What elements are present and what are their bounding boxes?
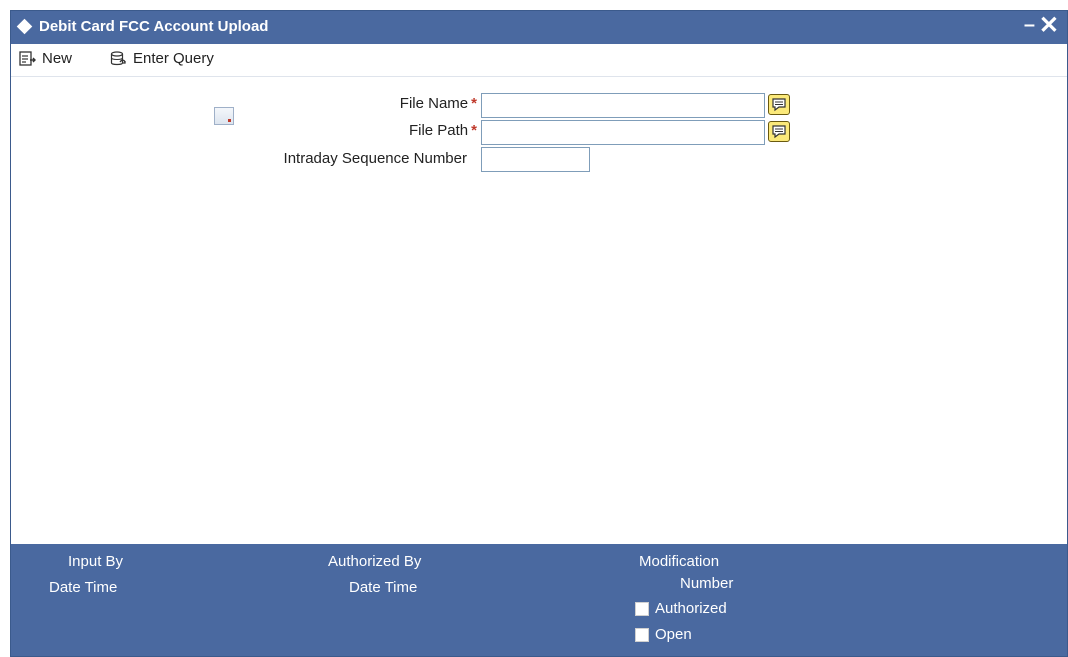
required-marker: *	[471, 95, 477, 112]
window-title: Debit Card FCC Account Upload	[39, 18, 269, 35]
intraday-sequence-field[interactable]	[481, 147, 590, 172]
form-area: File Name * File Path * Intraday Sequenc…	[11, 77, 1067, 544]
date-time-label: Date Time	[49, 579, 118, 596]
enter-query-label: Enter Query	[133, 50, 214, 67]
audit-footer: Input By Date Time Authorized By Date Ti…	[11, 544, 1067, 656]
minimize-button[interactable]: –	[1024, 14, 1035, 37]
input-by-label: Input By	[68, 553, 124, 570]
toolbar: New Enter Query	[11, 44, 1067, 77]
authorized-checkbox-label: Authorized	[655, 600, 727, 617]
new-icon	[19, 50, 37, 67]
file-path-label: File Path *	[408, 122, 477, 139]
title-bar: Debit Card FCC Account Upload – ✕	[11, 11, 1067, 44]
file-path-lov-button[interactable]	[768, 121, 790, 142]
field-help-icon[interactable]	[214, 107, 234, 125]
required-marker: *	[471, 122, 477, 139]
authorized-by-label: Authorized By	[328, 553, 422, 570]
authorized-date-time-label: Date Time	[349, 579, 418, 596]
new-button[interactable]: New	[19, 50, 72, 67]
account-upload-window: Debit Card FCC Account Upload – ✕ New En…	[10, 10, 1068, 657]
new-label: New	[42, 50, 73, 67]
file-name-field[interactable]	[481, 93, 765, 118]
close-button[interactable]: ✕	[1039, 11, 1059, 40]
modification-number-label: Number	[680, 575, 734, 592]
file-path-field[interactable]	[481, 120, 765, 145]
open-checkbox-label: Open	[655, 626, 692, 643]
open-checkbox[interactable]	[635, 628, 649, 642]
enter-query-button[interactable]: Enter Query	[110, 50, 214, 67]
enter-query-icon	[110, 50, 128, 67]
window-diamond-icon	[16, 18, 33, 35]
intraday-sequence-label: Intraday Sequence Number	[283, 150, 467, 167]
file-name-lov-button[interactable]	[768, 94, 790, 115]
file-name-label: File Name *	[399, 95, 477, 112]
authorized-checkbox[interactable]	[635, 602, 649, 616]
modification-label: Modification	[639, 553, 720, 570]
